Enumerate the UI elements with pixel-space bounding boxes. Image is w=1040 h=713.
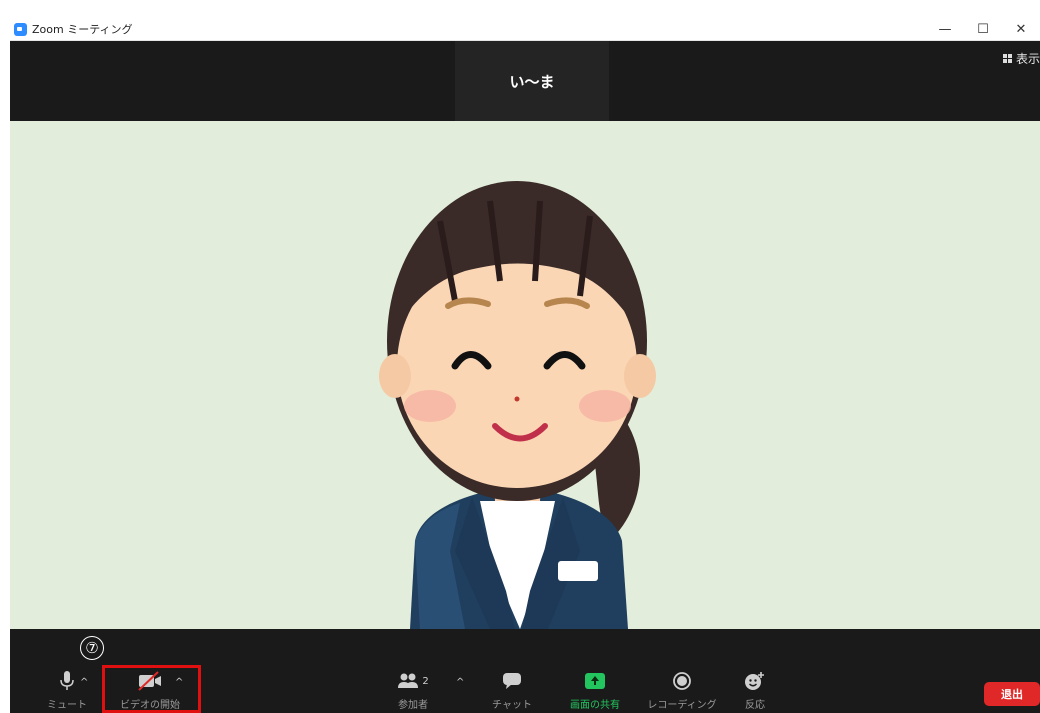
zoom-app-icon — [14, 22, 27, 36]
mute-label: ミュート — [47, 700, 87, 711]
video-button-highlight-box — [102, 665, 201, 713]
participant-avatar-illustration — [379, 181, 656, 629]
window-title: Zoom ミーティング — [32, 23, 133, 36]
title-bar: Zoom ミーティング — ☐ ✕ — [10, 18, 1040, 41]
record-button[interactable]: レコーディング — [646, 667, 718, 713]
close-button[interactable]: ✕ — [1002, 18, 1040, 41]
reactions-label: 反応 — [745, 700, 765, 711]
record-icon — [672, 669, 692, 693]
view-button-label: 表示 — [1015, 52, 1040, 66]
participants-button[interactable]: 2 参加者 — [385, 667, 441, 713]
share-screen-label: 画面の共有 — [570, 700, 620, 711]
main-video — [10, 121, 1040, 629]
participant-name-tile[interactable]: い〜ま — [455, 41, 609, 121]
chat-label: チャット — [492, 700, 532, 711]
participants-icon: 2 — [397, 669, 429, 693]
chat-button[interactable]: チャット — [490, 667, 534, 713]
reactions-button[interactable]: 反応 — [735, 667, 775, 713]
speaker-strip: い〜ま 表示 — [10, 41, 1040, 121]
step-marker: ⑦ — [80, 636, 104, 660]
emoji-plus-icon — [744, 669, 766, 693]
mute-options-caret[interactable]: ^ — [80, 677, 88, 688]
minimize-button[interactable]: — — [926, 18, 964, 41]
window-controls: — ☐ ✕ — [926, 18, 1040, 41]
chat-icon — [502, 669, 522, 693]
grid-view-icon — [1002, 54, 1012, 63]
leave-meeting-button[interactable]: 退出 — [984, 682, 1040, 706]
participants-count: 2 — [422, 675, 429, 687]
meeting-window: い〜ま 表示 ミュート ^ ビデオの開始 ^ 2 参加者 ^ チャット 画面の共… — [10, 41, 1040, 713]
view-button[interactable]: 表示 — [1002, 50, 1040, 67]
maximize-button[interactable]: ☐ — [964, 18, 1002, 41]
participants-label: 参加者 — [398, 700, 428, 711]
record-label: レコーディング — [647, 700, 717, 711]
mute-button[interactable]: ミュート — [42, 667, 92, 713]
share-screen-icon — [584, 669, 606, 693]
participants-options-caret[interactable]: ^ — [456, 677, 464, 688]
microphone-icon — [59, 669, 75, 693]
share-screen-button[interactable]: 画面の共有 — [562, 667, 628, 713]
